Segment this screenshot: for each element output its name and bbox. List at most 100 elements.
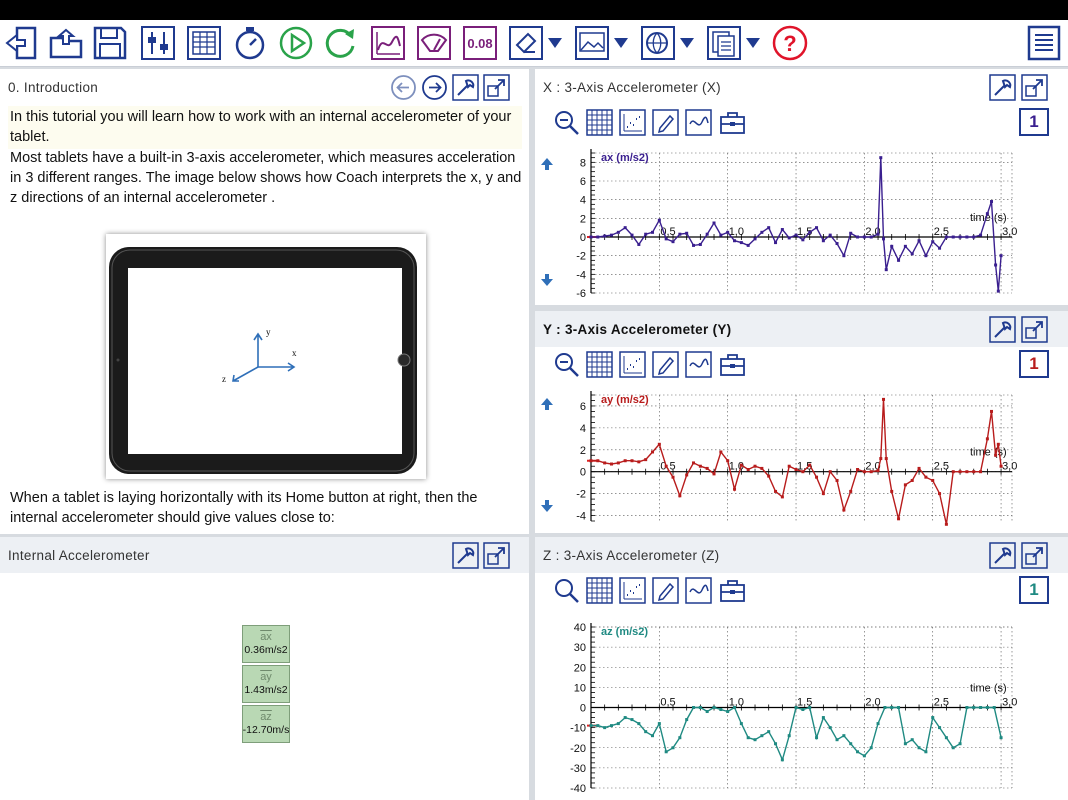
- svg-text:?: ?: [783, 31, 796, 56]
- refresh-icon[interactable]: [320, 23, 360, 63]
- data-point: [869, 235, 873, 239]
- settings-sliders-icon[interactable]: [138, 23, 178, 63]
- zoom-icon[interactable]: [553, 351, 580, 378]
- graph-z-chart[interactable]: 403020100-10-20-30-400,5 1,0 1,5 2,0 2,5 3,0a…: [535, 615, 1068, 800]
- stopwatch-icon[interactable]: [230, 23, 270, 63]
- function-fit-icon[interactable]: [685, 109, 712, 136]
- toolbox-icon[interactable]: [719, 351, 746, 378]
- grid-icon[interactable]: [586, 109, 613, 136]
- zoom-icon[interactable]: [553, 109, 580, 136]
- data-point: [719, 708, 723, 712]
- draw-icon[interactable]: [652, 351, 679, 378]
- image-icon[interactable]: [572, 23, 612, 63]
- edit-icon[interactable]: [506, 23, 546, 63]
- next-page-icon[interactable]: [421, 74, 448, 101]
- graph-y-badge[interactable]: 1: [1019, 350, 1049, 378]
- y-tick-label: 30: [574, 642, 586, 654]
- data-point: [610, 724, 614, 728]
- open-file-icon[interactable]: [46, 23, 86, 63]
- data-point: [780, 758, 784, 762]
- wrench-icon[interactable]: [989, 74, 1016, 101]
- data-point: [862, 470, 866, 474]
- expand-icon[interactable]: [483, 74, 510, 101]
- data-point: [698, 242, 702, 246]
- scatter-icon[interactable]: [619, 577, 646, 604]
- data-point: [992, 706, 996, 709]
- data-point: [876, 232, 880, 236]
- expand-icon[interactable]: [1021, 542, 1048, 569]
- scatter-icon[interactable]: [619, 351, 646, 378]
- az-value-display[interactable]: az -12.70m/s: [242, 705, 290, 743]
- graph-y-chart[interactable]: 6420-2-40,5 1,0 1,5 2,0 2,5 3,0ay (m/s2)time …: [535, 383, 1068, 533]
- data-point: [882, 397, 886, 401]
- grid-icon[interactable]: [586, 351, 613, 378]
- meter-icon[interactable]: [414, 23, 454, 63]
- ay-value-display[interactable]: ay 1.43m/s2: [242, 665, 290, 703]
- data-point: [692, 706, 696, 709]
- image-dropdown-icon[interactable]: [610, 23, 632, 63]
- x-axis-label: x: [292, 348, 297, 358]
- data-point: [958, 470, 962, 474]
- exit-icon[interactable]: [2, 23, 42, 63]
- data-point: [623, 716, 627, 720]
- data-point: [808, 706, 812, 709]
- data-point: [787, 734, 791, 738]
- function-fit-icon[interactable]: [685, 351, 712, 378]
- graph-icon[interactable]: [368, 23, 408, 63]
- data-point: [821, 716, 825, 720]
- table-view-icon[interactable]: [184, 23, 224, 63]
- value-icon[interactable]: 0.08: [460, 23, 500, 63]
- graph-x-badge[interactable]: 1: [1019, 108, 1049, 136]
- data-point: [890, 706, 894, 709]
- previous-page-icon[interactable]: [390, 74, 417, 101]
- data-point: [903, 483, 907, 487]
- expand-icon[interactable]: [1021, 74, 1048, 101]
- data-point: [989, 200, 993, 204]
- web-dropdown-icon[interactable]: [676, 23, 698, 63]
- data-point: [890, 489, 894, 493]
- data-point: [944, 235, 948, 239]
- data-point: [869, 470, 873, 474]
- zoom-icon[interactable]: [553, 577, 580, 604]
- scatter-icon[interactable]: [619, 109, 646, 136]
- data-point: [780, 228, 784, 232]
- az-value: -12.70m/s: [242, 724, 290, 736]
- data-point: [910, 738, 914, 742]
- play-icon[interactable]: [276, 23, 316, 63]
- help-icon[interactable]: ?: [770, 23, 810, 63]
- wrench-icon[interactable]: [989, 542, 1016, 569]
- wrench-icon[interactable]: [989, 316, 1016, 343]
- data-point: [746, 468, 750, 472]
- y-tick-label: 2: [580, 213, 586, 225]
- y-tick-label: -20: [570, 743, 586, 755]
- toolbox-icon[interactable]: [719, 577, 746, 604]
- graph-z-badge[interactable]: 1: [1019, 576, 1049, 604]
- toolbox-icon[interactable]: [719, 109, 746, 136]
- copy-dropdown-icon[interactable]: [742, 23, 764, 63]
- intro-paragraph-2: Most tablets have a built-in 3-axis acce…: [10, 150, 522, 206]
- x-tick-label: 1,0: [729, 461, 744, 473]
- data-point: [616, 722, 620, 726]
- wrench-icon[interactable]: [452, 542, 479, 569]
- data-point: [698, 464, 702, 468]
- copy-pages-icon[interactable]: [704, 23, 744, 63]
- graph-x-panel: X : 3-Axis Accelerometer (X) 1 8 6 4 2 0 -2 -4…: [535, 69, 1068, 305]
- data-point: [733, 239, 737, 243]
- data-point: [610, 462, 614, 466]
- draw-icon[interactable]: [652, 577, 679, 604]
- az-name: az: [260, 711, 272, 723]
- graph-x-chart[interactable]: 86420-2-4-60,5 1,0 1,5 2,0 2,5 3,0ax (m/s2)ti…: [535, 141, 1068, 305]
- web-icon[interactable]: [638, 23, 678, 63]
- ax-value-display[interactable]: ax 0.36m/s2: [242, 625, 290, 663]
- data-point: [808, 463, 812, 467]
- draw-icon[interactable]: [652, 109, 679, 136]
- notes-icon[interactable]: [1024, 23, 1064, 63]
- expand-icon[interactable]: [1021, 316, 1048, 343]
- wrench-icon[interactable]: [452, 74, 479, 101]
- expand-icon[interactable]: [483, 542, 510, 569]
- save-icon[interactable]: [90, 23, 130, 63]
- function-fit-icon[interactable]: [685, 577, 712, 604]
- graph-x-tools: 1: [535, 105, 1068, 141]
- edit-dropdown-icon[interactable]: [544, 23, 566, 63]
- grid-icon[interactable]: [586, 577, 613, 604]
